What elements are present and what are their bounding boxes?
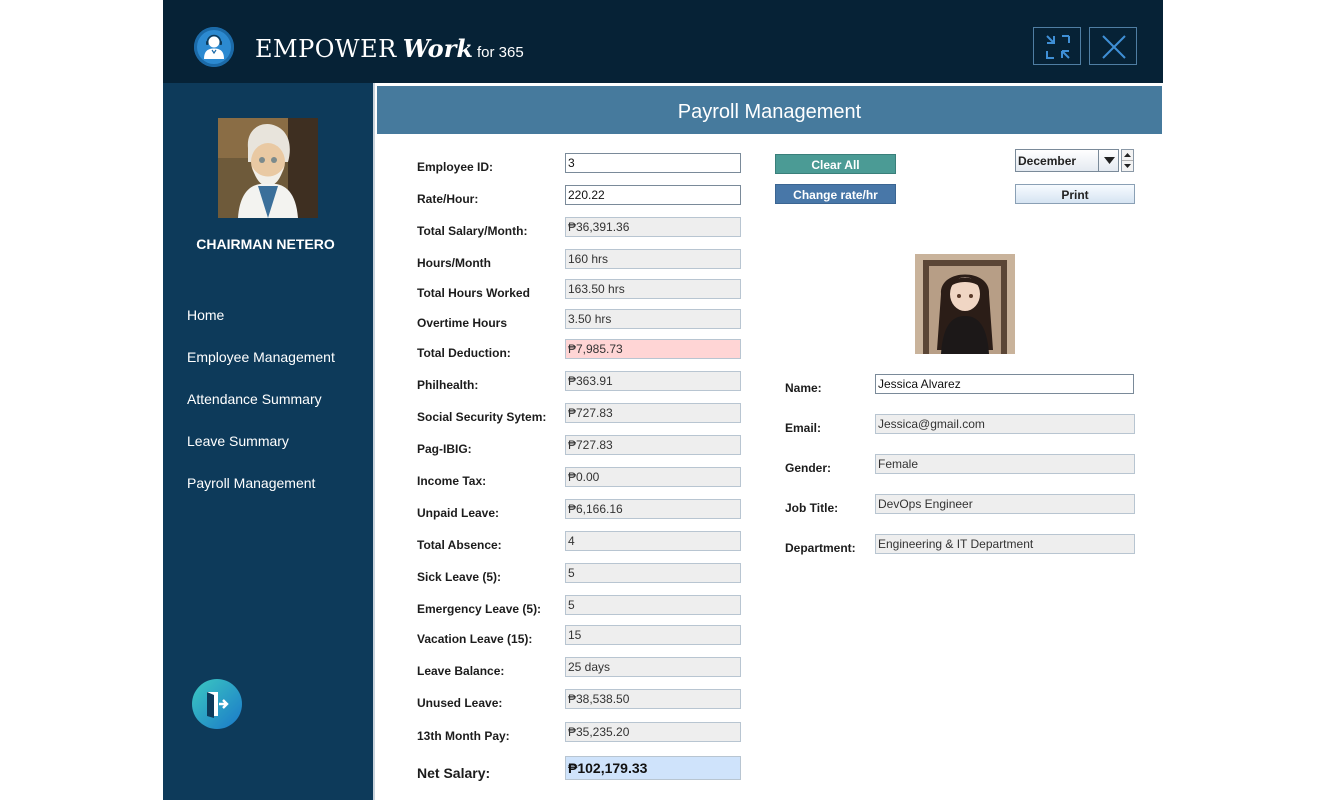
unpaid-leave-field: ₱6,166.16 xyxy=(565,499,741,519)
job-title-label: Job Title: xyxy=(785,501,839,515)
sss-field: ₱727.83 xyxy=(565,403,741,423)
sidebar-item-leave-summary[interactable]: Leave Summary xyxy=(187,433,289,449)
sick-leave-label: Sick Leave (5): xyxy=(417,570,502,584)
gender-field: Female xyxy=(875,454,1135,474)
net-salary-field: ₱102,179.33 xyxy=(565,756,741,780)
email-field: Jessica@gmail.com xyxy=(875,414,1135,434)
close-x-icon xyxy=(1102,35,1126,59)
vacation-leave-field: 15 xyxy=(565,625,741,645)
emergency-leave-field: 5 xyxy=(565,595,741,615)
sidebar: CHAIRMAN NETERO Home Employee Management… xyxy=(163,83,373,800)
pag-ibig-label: Pag-IBIG: xyxy=(417,442,472,456)
employee-id-label: Employee ID: xyxy=(417,160,494,174)
overtime-hours-field: 3.50 hrs xyxy=(565,309,741,329)
unused-leave-field: ₱38,538.50 xyxy=(565,689,741,709)
hours-month-field: 160 hrs xyxy=(565,249,741,269)
income-tax-field: ₱0.00 xyxy=(565,467,741,487)
title-bar: Payroll Management xyxy=(377,86,1162,134)
job-title-field: DevOps Engineer xyxy=(875,494,1135,514)
total-salary-field: ₱36,391.36 xyxy=(565,217,741,237)
minimize-button[interactable] xyxy=(1033,27,1081,65)
total-hours-label: Total Hours Worked xyxy=(417,286,530,300)
thirteenth-month-label: 13th Month Pay: xyxy=(417,729,510,743)
close-button[interactable] xyxy=(1089,27,1137,65)
email-label: Email: xyxy=(785,421,822,435)
employee-photo xyxy=(915,254,1015,354)
unused-leave-label: Unused Leave: xyxy=(417,696,503,710)
page-title: Payroll Management xyxy=(677,101,862,123)
clear-all-button[interactable]: Clear All xyxy=(775,154,896,174)
logout-button[interactable] xyxy=(192,679,242,729)
department-label: Department: xyxy=(785,541,856,555)
department-field: Engineering & IT Department xyxy=(875,534,1135,554)
sidebar-item-attendance-summary[interactable]: Attendance Summary xyxy=(187,391,322,407)
total-salary-label: Total Salary/Month: xyxy=(417,224,528,238)
pag-ibig-field: ₱727.83 xyxy=(565,435,741,455)
caret-down-icon xyxy=(1104,157,1115,164)
net-salary-label: Net Salary: xyxy=(417,765,491,781)
logout-door-icon xyxy=(207,692,229,718)
philhealth-field: ₱363.91 xyxy=(565,371,741,391)
total-absence-label: Total Absence: xyxy=(417,538,502,552)
total-absence-field: 4 xyxy=(565,531,741,551)
vacation-leave-label: Vacation Leave (15): xyxy=(417,632,533,646)
brand-suffix: for 365 xyxy=(476,44,524,61)
sidebar-item-employee-management[interactable]: Employee Management xyxy=(187,349,335,365)
philhealth-label: Philhealth: xyxy=(417,378,479,392)
name-label: Name: xyxy=(785,381,822,395)
leave-balance-label: Leave Balance: xyxy=(417,664,505,678)
logo-user-icon xyxy=(194,27,234,67)
app-window: EMPOWER Work for 365 CHAIRMAN NETERO Hom… xyxy=(163,0,1163,800)
emergency-leave-label: Emergency Leave (5): xyxy=(417,602,542,616)
caret-down-icon xyxy=(1124,164,1131,168)
brand-work: Work xyxy=(402,34,473,63)
caret-up-icon xyxy=(1124,153,1131,157)
change-rate-button[interactable]: Change rate/hr xyxy=(775,184,896,204)
total-deduction-field: ₱7,985.73 xyxy=(565,339,741,359)
rate-hour-label: Rate/Hour: xyxy=(417,192,479,206)
spinner-up-button[interactable] xyxy=(1122,150,1133,161)
hours-month-label: Hours/Month xyxy=(417,256,491,270)
app-brand: EMPOWER Work for 365 xyxy=(255,34,524,63)
rate-hour-input[interactable]: 220.22 xyxy=(565,185,741,205)
income-tax-label: Income Tax: xyxy=(417,474,487,488)
sidebar-item-home[interactable]: Home xyxy=(187,307,224,323)
compress-arrows-icon xyxy=(1046,35,1070,59)
print-button[interactable]: Print xyxy=(1015,184,1135,204)
brand-main: EMPOWER xyxy=(255,35,397,63)
sick-leave-field: 5 xyxy=(565,563,741,583)
sidebar-item-payroll-management[interactable]: Payroll Management xyxy=(187,475,315,491)
month-dropdown-toggle[interactable] xyxy=(1098,150,1119,171)
overtime-hours-label: Overtime Hours xyxy=(417,316,508,330)
total-hours-field: 163.50 hrs xyxy=(565,279,741,299)
thirteenth-month-field: ₱35,235.20 xyxy=(565,722,741,742)
name-input[interactable]: Jessica Alvarez xyxy=(875,374,1134,394)
admin-avatar xyxy=(218,118,318,218)
header-bar: EMPOWER Work for 365 xyxy=(163,0,1163,83)
sss-label: Social Security Sytem: xyxy=(417,410,547,424)
payroll-panel: Payroll Management Employee ID: 3 Rate/H… xyxy=(373,83,1163,800)
spinner-down-button[interactable] xyxy=(1122,161,1133,171)
user-name: CHAIRMAN NETERO xyxy=(196,236,335,252)
leave-balance-field: 25 days xyxy=(565,657,741,677)
month-spinner[interactable] xyxy=(1121,149,1134,172)
gender-label: Gender: xyxy=(785,461,832,475)
employee-id-input[interactable]: 3 xyxy=(565,153,741,173)
total-deduction-label: Total Deduction: xyxy=(417,346,511,360)
unpaid-leave-label: Unpaid Leave: xyxy=(417,506,500,520)
